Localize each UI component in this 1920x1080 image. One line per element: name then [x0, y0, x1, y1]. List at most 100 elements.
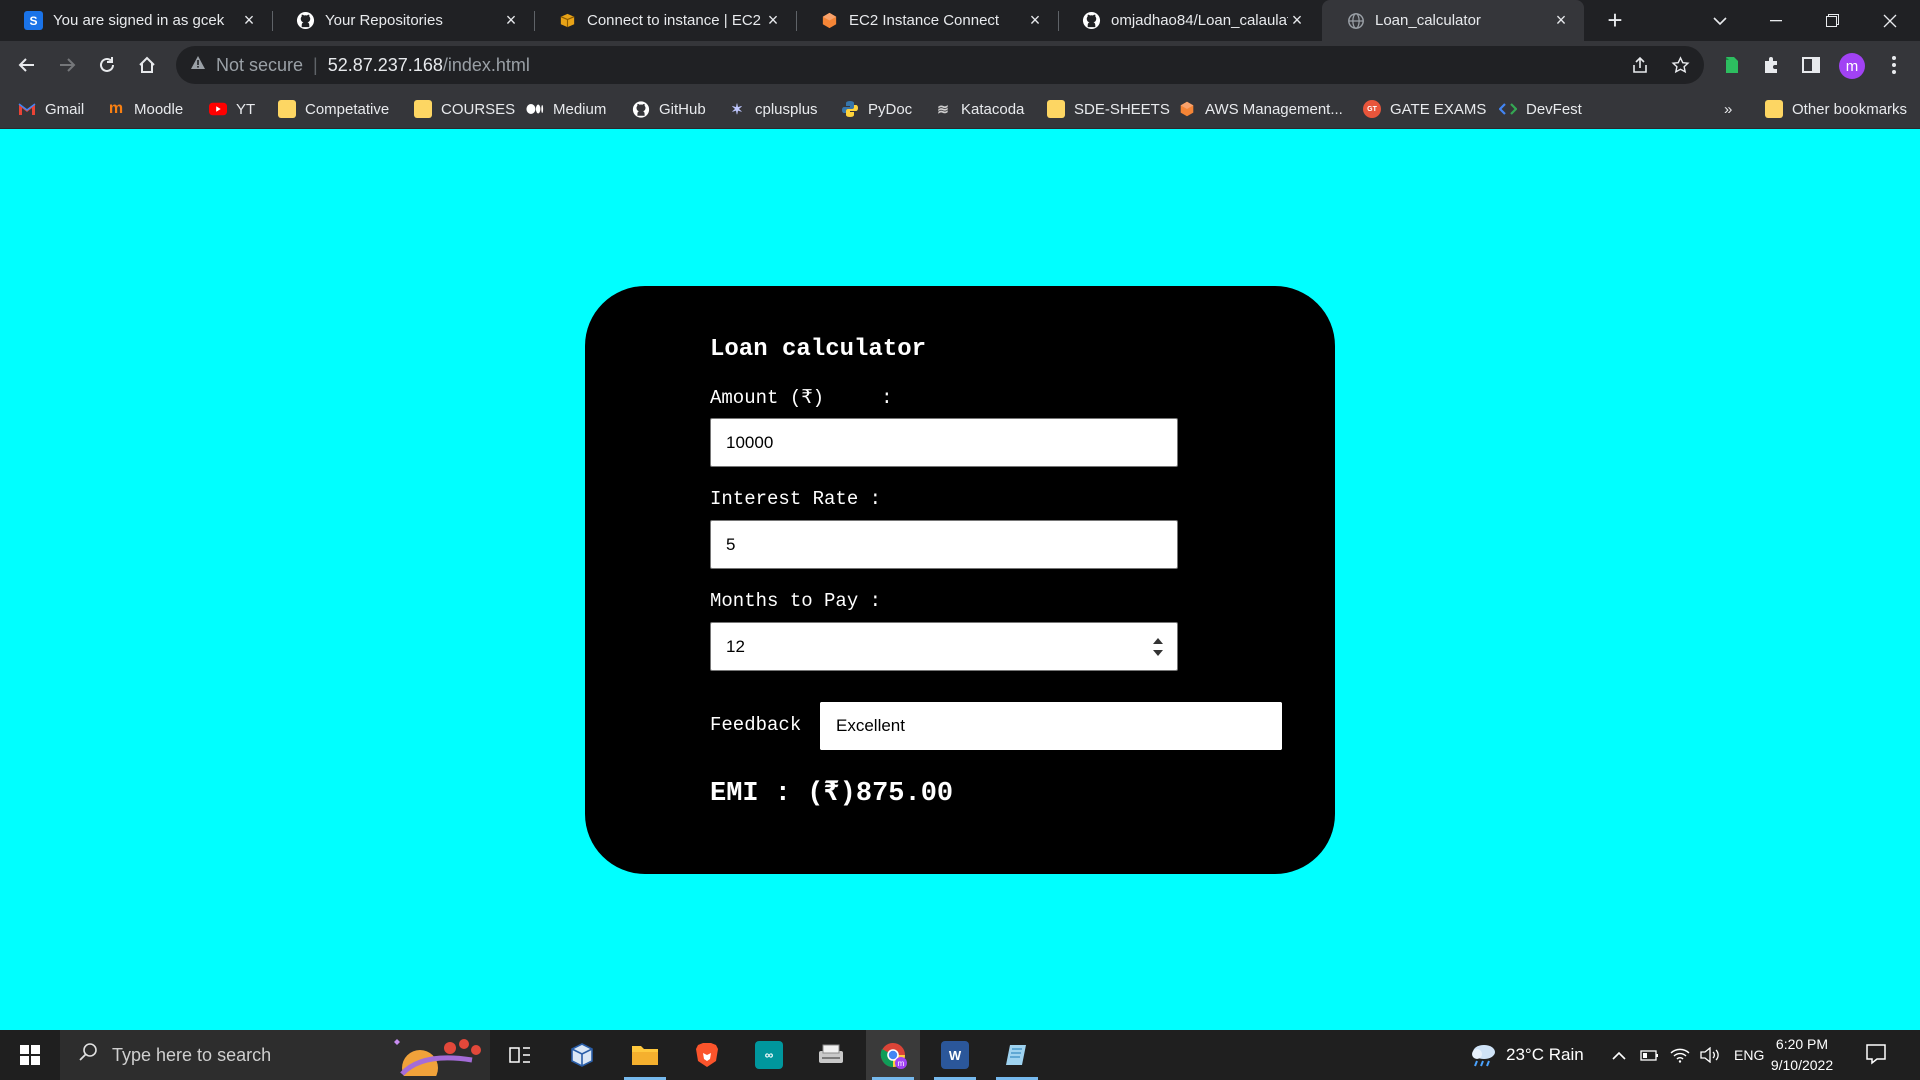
- security-status[interactable]: Not secure: [216, 55, 303, 76]
- months-input[interactable]: 12: [710, 622, 1178, 671]
- taskbar-search-box[interactable]: Type here to search: [60, 1030, 490, 1080]
- close-icon[interactable]: ×: [1026, 10, 1044, 31]
- new-tab-button[interactable]: +: [1600, 5, 1630, 35]
- file-explorer-app[interactable]: [618, 1030, 672, 1080]
- number-spinner-icon[interactable]: [1153, 638, 1163, 656]
- bookmark-devfest[interactable]: DevFest: [1499, 89, 1582, 129]
- overflow-chevron-icon: »: [1724, 100, 1733, 118]
- close-icon[interactable]: ×: [1288, 10, 1306, 31]
- task-view-button[interactable]: [493, 1030, 547, 1080]
- bookmark-folder-courses[interactable]: COURSES: [414, 89, 515, 129]
- url-host: 52.87.237.168: [327, 54, 443, 75]
- close-icon[interactable]: ×: [502, 10, 520, 31]
- menu-kebab-icon[interactable]: [1876, 47, 1912, 83]
- tab-ec2-instance-connect[interactable]: EC2 Instance Connect ×: [796, 0, 1058, 41]
- bookmark-label: SDE-SHEETS: [1074, 100, 1170, 118]
- bookmark-gate-exams[interactable]: GT GATE EXAMS: [1363, 89, 1486, 129]
- wifi-icon[interactable]: [1670, 1030, 1690, 1080]
- brave-browser-app[interactable]: [680, 1030, 734, 1080]
- arduino-app[interactable]: ∞: [742, 1030, 796, 1080]
- tab-title: EC2 Instance Connect: [849, 12, 1000, 29]
- notification-icon[interactable]: [1864, 1042, 1890, 1068]
- github-icon: [632, 100, 650, 118]
- bookmark-folder-competative[interactable]: Competative: [278, 89, 389, 129]
- home-button[interactable]: [129, 47, 165, 83]
- bookmark-yt[interactable]: YT: [209, 89, 255, 129]
- scanner-app[interactable]: [804, 1030, 858, 1080]
- bookmark-github[interactable]: GitHub: [632, 89, 706, 129]
- folder-icon: [1765, 100, 1783, 118]
- show-hidden-icons-button[interactable]: [1612, 1030, 1626, 1080]
- aws-box-icon: [558, 11, 577, 30]
- tab-loan-calculator[interactable]: Loan_calculator ×: [1322, 0, 1584, 41]
- bookmark-gmail[interactable]: Gmail: [18, 89, 84, 129]
- back-button[interactable]: [9, 47, 45, 83]
- tab-search-chevron-icon[interactable]: [1692, 0, 1748, 41]
- bookmark-moodle[interactable]: m Moodle: [107, 89, 183, 129]
- clock-date: 9/10/2022: [1770, 1057, 1834, 1073]
- tab-connect-to-instance[interactable]: Connect to instance | EC2 M ×: [534, 0, 796, 41]
- address-divider: |: [313, 54, 318, 75]
- bookmark-katacoda[interactable]: ≋ Katacoda: [934, 89, 1024, 129]
- chrome-app[interactable]: m: [866, 1030, 920, 1080]
- weather-text: 23°C Rain: [1506, 1045, 1584, 1064]
- tab-signed-in[interactable]: S You are signed in as gcek ×: [0, 0, 272, 41]
- bookmark-cplusplus[interactable]: ✶ cplusplus: [728, 89, 817, 129]
- notepad-app[interactable]: [990, 1030, 1044, 1080]
- emi-label: EMI :: [710, 779, 808, 809]
- interest-rate-input[interactable]: 5: [710, 520, 1178, 569]
- chrome-icon: m: [880, 1043, 907, 1069]
- bookmarks-overflow-button[interactable]: »: [1724, 89, 1732, 129]
- word-app[interactable]: W: [928, 1030, 982, 1080]
- tab-github-repo[interactable]: omjadhao84/Loan_calaulat ×: [1058, 0, 1320, 41]
- close-window-button[interactable]: [1862, 0, 1918, 41]
- profile-avatar[interactable]: m: [1839, 53, 1865, 79]
- bookmark-folder-other[interactable]: Other bookmarks: [1765, 89, 1907, 129]
- bookmark-label: Gmail: [45, 100, 85, 118]
- close-icon[interactable]: ×: [240, 10, 258, 31]
- bookmark-folder-sde-sheets[interactable]: SDE-SHEETS: [1047, 89, 1170, 129]
- devfest-icon: [1499, 100, 1517, 118]
- side-panel-icon[interactable]: [1793, 47, 1829, 83]
- minimize-button[interactable]: [1748, 0, 1804, 41]
- amount-label: Amount (₹) :: [710, 387, 893, 409]
- medium-icon: [526, 100, 544, 118]
- url-path: /index.html: [442, 54, 530, 75]
- python-icon: [841, 100, 859, 118]
- close-icon[interactable]: ×: [1552, 10, 1570, 31]
- share-icon[interactable]: [1622, 46, 1658, 84]
- system-clock[interactable]: 6:20 PM 9/10/2022: [1764, 1034, 1840, 1076]
- warning-triangle-icon[interactable]: [190, 55, 206, 75]
- close-icon[interactable]: ×: [764, 10, 782, 31]
- katacoda-icon: ≋: [937, 100, 949, 117]
- battery-icon[interactable]: [1640, 1030, 1660, 1080]
- start-button[interactable]: [0, 1030, 60, 1080]
- feedback-input[interactable]: Excellent: [818, 700, 1284, 752]
- bookmark-medium[interactable]: Medium: [526, 89, 606, 129]
- gmail-icon: [18, 100, 36, 118]
- evernote-extension-icon[interactable]: [1713, 47, 1749, 83]
- tab-your-repositories[interactable]: Your Repositories ×: [272, 0, 534, 41]
- search-highlight-art-icon: [394, 1039, 481, 1076]
- scanner-icon: [819, 1044, 843, 1063]
- amount-input[interactable]: 10000: [710, 418, 1178, 467]
- emi-result: EMI : (₹)875.00: [710, 776, 953, 809]
- reload-button[interactable]: [89, 47, 125, 83]
- language-indicator[interactable]: ENG: [1734, 1030, 1764, 1080]
- forward-button[interactable]: [49, 47, 85, 83]
- restore-button[interactable]: [1804, 0, 1860, 41]
- bookmark-star-icon[interactable]: [1662, 46, 1698, 84]
- moodle-icon: m: [108, 100, 124, 117]
- address-bar[interactable]: Not secure | 52.87.237.168/index.html: [176, 46, 1704, 84]
- extensions-puzzle-icon[interactable]: [1753, 47, 1789, 83]
- bookmark-aws[interactable]: AWS Management...: [1178, 89, 1343, 129]
- weather-widget[interactable]: 23°C Rain: [1468, 1030, 1584, 1080]
- arduino-icon: ∞: [755, 1041, 783, 1069]
- volume-icon[interactable]: [1699, 1030, 1721, 1080]
- bookmark-label: COURSES: [441, 100, 516, 118]
- virtualbox-app[interactable]: [555, 1030, 609, 1080]
- bookmark-pydoc[interactable]: PyDoc: [841, 89, 912, 129]
- folder-icon: [1047, 100, 1065, 118]
- bookmarks-bar: Gmail m Moodle YT Competative COURSES Med…: [0, 89, 1920, 129]
- cplusplus-icon: ✶: [731, 100, 743, 117]
